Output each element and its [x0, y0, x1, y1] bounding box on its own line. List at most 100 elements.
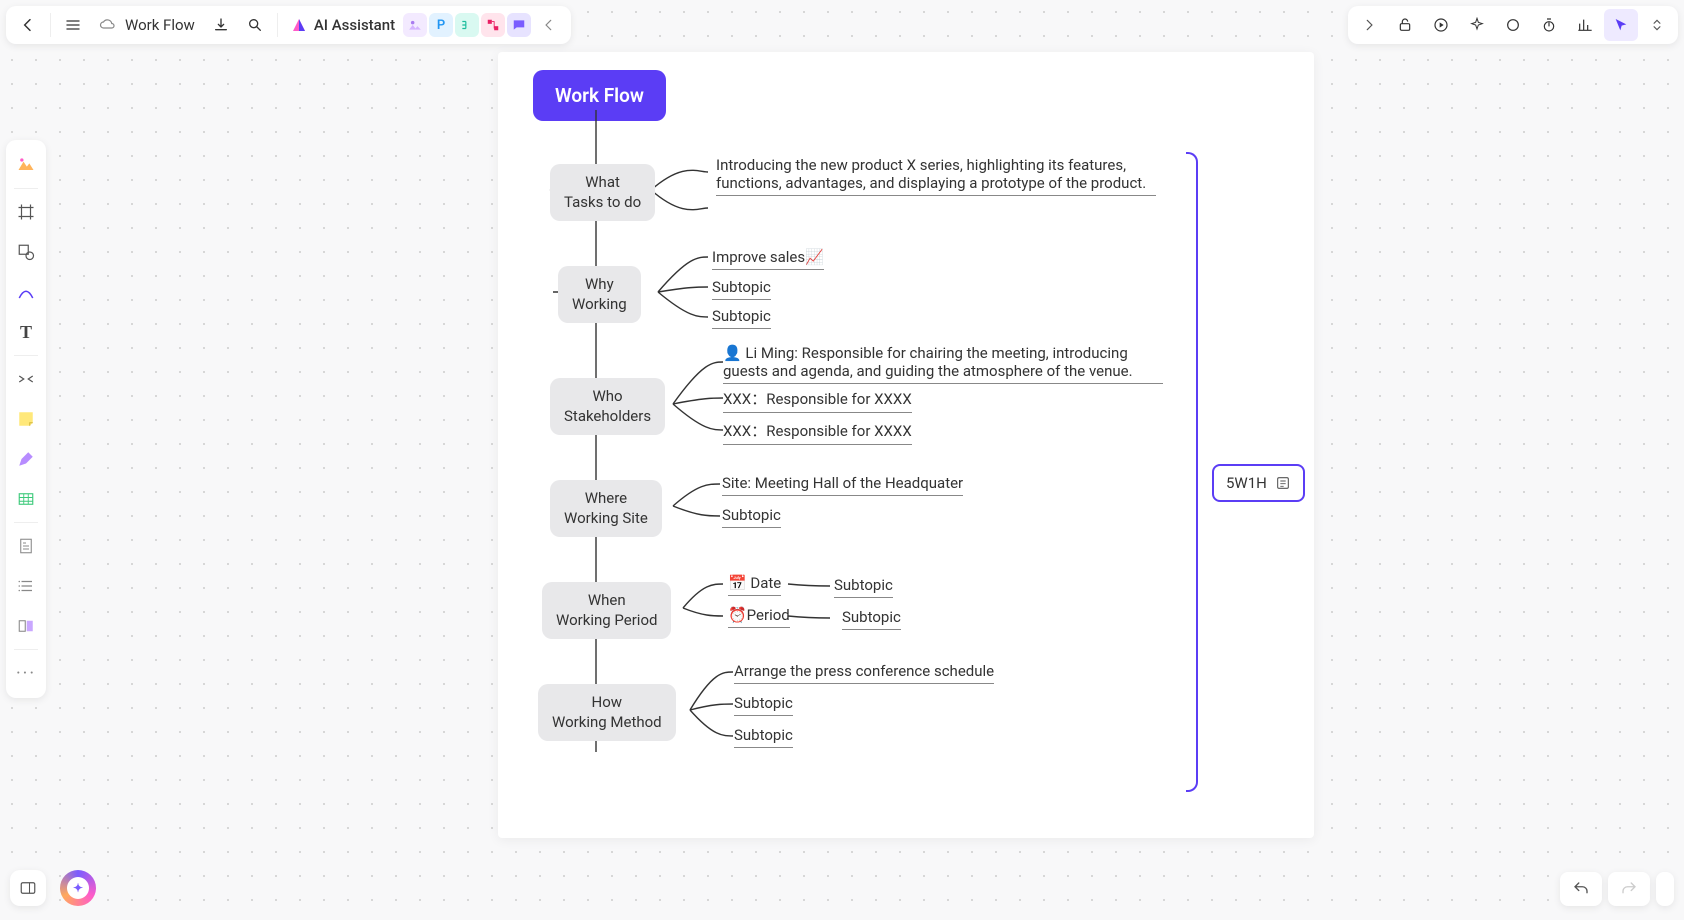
sticky-note-button[interactable]: [10, 400, 42, 438]
pen-button[interactable]: [10, 440, 42, 478]
why-item-0[interactable]: Improve sales📈: [712, 248, 824, 270]
how-item-2[interactable]: Subtopic: [734, 726, 793, 748]
divider: [50, 13, 51, 37]
theme-button[interactable]: [10, 146, 42, 184]
app-chip-flow[interactable]: [481, 13, 505, 37]
ai-fab-icon: ✦: [67, 877, 89, 899]
table-button[interactable]: [10, 480, 42, 518]
back-button[interactable]: [12, 9, 44, 41]
app-chip-image[interactable]: [403, 13, 427, 37]
summary-label: 5W1H: [1226, 474, 1267, 492]
sparkle-button[interactable]: [1460, 9, 1494, 41]
node-what[interactable]: What Tasks to do: [550, 164, 655, 221]
who-item-0[interactable]: 👤 Li Ming: Responsible for chairing the …: [723, 344, 1163, 384]
menu-button[interactable]: [57, 9, 89, 41]
doc-text-icon: [17, 537, 35, 555]
play-circle-icon: [1433, 17, 1449, 33]
more-icon: ···: [16, 663, 36, 684]
app-chip-tree[interactable]: [455, 13, 479, 37]
curve-icon: [17, 283, 35, 301]
app-chip-comment[interactable]: [507, 13, 531, 37]
node-how[interactable]: How Working Method: [538, 684, 676, 741]
download-icon: [213, 17, 229, 33]
list-icon: [17, 577, 35, 595]
tree-icon: [460, 18, 474, 32]
node-why[interactable]: Why Working: [558, 266, 641, 323]
bottom-right-controls: [1560, 872, 1674, 906]
chevron-right-icon: [1362, 18, 1376, 32]
where-item-1[interactable]: Subtopic: [722, 506, 781, 528]
summary-bracket: [1186, 152, 1198, 792]
ai-logo-icon: [290, 16, 308, 34]
ai-assistant-button[interactable]: AI Assistant: [284, 16, 401, 34]
left-toolbar: T ···: [6, 140, 46, 698]
timer-button[interactable]: [1532, 9, 1566, 41]
connector-button[interactable]: [10, 273, 42, 311]
when-sub-0[interactable]: Subtopic: [834, 576, 893, 598]
where-item-0[interactable]: Site: Meeting Hall of the Headquater: [722, 474, 963, 496]
play-button[interactable]: [1424, 9, 1458, 41]
cursor-button[interactable]: [1604, 9, 1638, 41]
more-tools-button[interactable]: ···: [10, 654, 42, 692]
sparkle-icon: [1469, 17, 1485, 33]
when-item-0[interactable]: 📅 Date: [728, 574, 781, 596]
divider: [277, 13, 278, 37]
app-chip-p[interactable]: P: [429, 13, 453, 37]
node-when[interactable]: When Working Period: [542, 582, 671, 639]
theme-icon: [16, 155, 36, 175]
who-item-1[interactable]: XXX：Responsible for XXXX: [723, 388, 912, 413]
title-area[interactable]: Work Flow: [91, 16, 203, 34]
shapes-icon: [17, 243, 35, 261]
when-item-1[interactable]: ⏰Period: [728, 606, 790, 628]
text-icon: T: [20, 322, 32, 343]
how-item-0[interactable]: Arrange the press conference schedule: [734, 662, 994, 684]
shape-button[interactable]: [1496, 9, 1530, 41]
why-item-2[interactable]: Subtopic: [712, 307, 771, 329]
collapse-icon: [17, 370, 35, 388]
chart-button[interactable]: [1568, 9, 1602, 41]
table-icon: [17, 490, 35, 508]
note-icon: [1275, 475, 1291, 491]
bottom-left-controls: ✦: [10, 870, 96, 906]
undo-button[interactable]: [1560, 872, 1602, 906]
lock-icon: [1397, 17, 1413, 33]
rect-shape-button[interactable]: [10, 233, 42, 271]
root-node[interactable]: Work Flow: [533, 70, 666, 121]
stopwatch-icon: [1541, 17, 1557, 33]
when-sub-1[interactable]: Subtopic: [842, 608, 901, 630]
redo-button[interactable]: [1608, 872, 1650, 906]
redo-icon: [1620, 880, 1638, 898]
collapse-apps-button[interactable]: [533, 9, 565, 41]
collapse-button[interactable]: [10, 360, 42, 398]
frame-button[interactable]: [10, 193, 42, 231]
why-item-1[interactable]: Subtopic: [712, 278, 771, 300]
lock-button[interactable]: [1388, 9, 1422, 41]
ai-fab-button[interactable]: ✦: [60, 870, 96, 906]
chevron-left-icon: [20, 17, 36, 33]
columns-icon: [17, 617, 35, 635]
download-button[interactable]: [205, 9, 237, 41]
search-button[interactable]: [239, 9, 271, 41]
undo-icon: [1572, 880, 1590, 898]
list-button[interactable]: [10, 567, 42, 605]
expand-button[interactable]: [1352, 9, 1386, 41]
document-title: Work Flow: [125, 16, 195, 34]
bar-chart-icon: [1577, 17, 1593, 33]
node-where[interactable]: Where Working Site: [550, 480, 662, 537]
doc-text-button[interactable]: [10, 527, 42, 565]
more-button[interactable]: [1640, 9, 1674, 41]
sticky-note-icon: [17, 410, 35, 428]
cursor-icon: [1613, 17, 1629, 33]
chevron-left-icon: [542, 18, 556, 32]
right-toolbar: [1348, 6, 1678, 44]
text-button[interactable]: T: [10, 313, 42, 351]
comment-icon: [512, 18, 526, 32]
node-who[interactable]: Who Stakeholders: [550, 378, 665, 435]
what-item-0[interactable]: Introducing the new product X series, hi…: [716, 156, 1156, 196]
columns-button[interactable]: [10, 607, 42, 645]
how-item-1[interactable]: Subtopic: [734, 694, 793, 716]
summary-box[interactable]: 5W1H: [1212, 464, 1305, 502]
who-item-2[interactable]: XXX：Responsible for XXXX: [723, 420, 912, 445]
extra-panel-handle[interactable]: [1656, 872, 1674, 906]
outline-panel-button[interactable]: [10, 870, 46, 906]
